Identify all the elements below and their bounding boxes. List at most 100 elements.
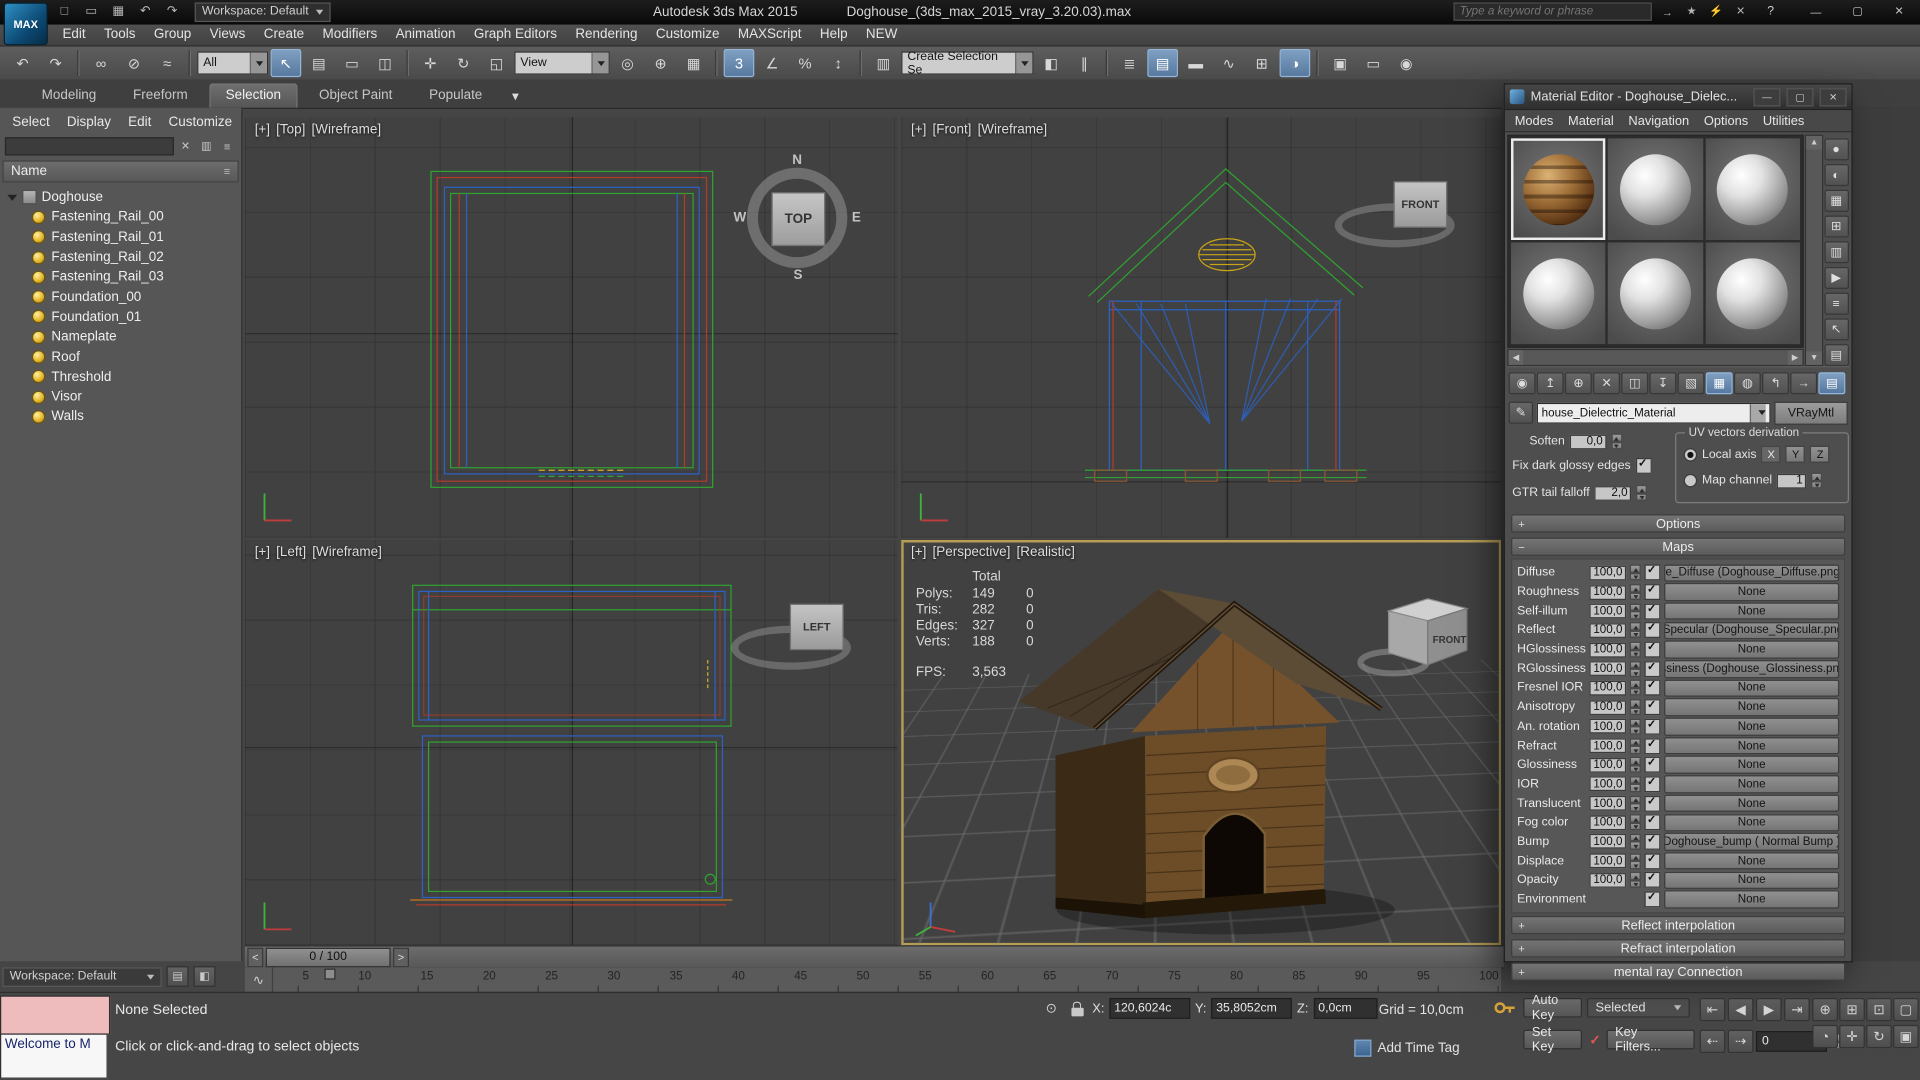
play-icon[interactable]: ▶ — [1755, 997, 1782, 1022]
viewport-menu-name[interactable]: [Top] — [276, 122, 305, 137]
undo-icon[interactable]: ↶ — [7, 49, 38, 77]
menu-item[interactable]: Create — [255, 26, 313, 43]
unlink-selection-icon[interactable]: ⊘ — [119, 49, 150, 77]
ribbon-tab[interactable]: Populate — [414, 84, 497, 107]
material-editor-icon[interactable]: ◑ — [1279, 48, 1311, 78]
get-material-icon[interactable]: ◉ — [1508, 372, 1536, 395]
map-slot-button[interactable]: None — [1664, 794, 1840, 813]
ribbon-tab[interactable]: Selection — [209, 83, 297, 108]
map-amount-field[interactable]: 100,0 — [1589, 815, 1627, 830]
material-id-channel-icon[interactable]: ▧ — [1677, 372, 1705, 395]
undo-quick-icon[interactable]: ↶ — [132, 2, 158, 20]
select-and-rotate-icon[interactable]: ↻ — [448, 49, 479, 77]
map-channel-field[interactable]: 1 — [1777, 473, 1807, 488]
viewport-perspective[interactable]: [+] [Perspective] [Realistic] Total Poly… — [901, 540, 1502, 946]
slots-vertical-scrollbar[interactable]: ▲ ▼ — [1804, 134, 1824, 367]
map-amount-spinner[interactable] — [1629, 718, 1641, 735]
map-amount-spinner[interactable] — [1629, 699, 1641, 716]
map-amount-spinner[interactable] — [1629, 757, 1641, 773]
local-axis-radio[interactable] — [1683, 447, 1698, 462]
sample-type-icon[interactable]: ● — [1823, 138, 1849, 161]
zoom-icon[interactable]: ⊕ — [1812, 997, 1838, 1022]
material-name-dropdown[interactable]: house_Dielectric_Material — [1536, 402, 1771, 424]
new-key-icon[interactable]: ✓ — [1589, 1032, 1600, 1048]
help-menu-icon[interactable]: ? — [1758, 3, 1782, 20]
map-amount-field[interactable]: 100,0 — [1589, 661, 1627, 677]
put-to-library-icon[interactable]: ↧ — [1649, 372, 1677, 395]
map-amount-field[interactable]: 100,0 — [1589, 642, 1627, 658]
scroll-left-icon[interactable]: ◀ — [1508, 350, 1524, 365]
render-production-icon[interactable]: ◉ — [1391, 49, 1422, 77]
map-enable-checkbox[interactable] — [1644, 775, 1661, 793]
map-slot-button[interactable]: None — [1664, 736, 1840, 755]
material-editor-titlebar[interactable]: Material Editor - Doghouse_Dielec... — ▢ ✕ — [1504, 84, 1852, 111]
menu-item[interactable]: NEW — [857, 26, 906, 43]
map-amount-spinner[interactable] — [1629, 564, 1641, 581]
y-coordinate-field[interactable]: 35,8052cm — [1211, 997, 1293, 1019]
scene-item-root[interactable]: Doghouse — [0, 187, 241, 207]
fix-dark-glossy-edges-checkbox[interactable] — [1635, 457, 1652, 474]
map-enable-checkbox[interactable] — [1644, 583, 1661, 601]
scene-item[interactable]: Roof — [0, 347, 241, 367]
map-enable-checkbox[interactable] — [1644, 621, 1661, 639]
map-slot-button[interactable]: None — [1664, 852, 1840, 870]
menu-item[interactable]: Animation — [387, 26, 464, 43]
viewcube[interactable]: FRONT — [1334, 167, 1470, 253]
track-bar-ruler[interactable]: 5 10 15 20 25 30 35 40 45 50 55 60 65 70 75 80 85 90 95 100 — [273, 967, 1501, 992]
scene-item[interactable]: Fastening_Rail_00 — [0, 207, 241, 227]
track-bar[interactable]: ∿ 5 10 15 20 25 30 35 40 45 50 55 60 65 70 75 80 85 90 95 1… — [244, 967, 1502, 994]
new-scene-icon[interactable]: □ — [51, 2, 77, 20]
viewport-menu-plus[interactable]: [+] — [911, 545, 926, 560]
go-to-start-icon[interactable]: ⇤ — [1699, 997, 1726, 1022]
map-slot-button[interactable]: None — [1664, 679, 1840, 698]
me-maximize-button[interactable]: ▢ — [1786, 87, 1814, 106]
maximize-button[interactable]: ▢ — [1837, 1, 1879, 22]
material-editor-menu-item[interactable]: Navigation — [1622, 113, 1695, 128]
auto-key-button[interactable]: Auto Key — [1523, 993, 1583, 1022]
me-close-button[interactable]: ✕ — [1819, 87, 1847, 106]
scene-item[interactable]: Foundation_01 — [0, 307, 241, 327]
map-slot-button[interactable]: None — [1664, 583, 1840, 601]
map-enable-checkbox[interactable] — [1644, 890, 1661, 908]
scroll-up-icon[interactable]: ▲ — [1806, 135, 1823, 150]
object-visibility-bulb-icon[interactable] — [31, 350, 46, 364]
isolate-selection-icon[interactable]: ⊙ — [1041, 999, 1062, 1019]
map-enable-checkbox[interactable] — [1644, 660, 1661, 677]
rollout-options[interactable]: + Options — [1511, 514, 1846, 533]
menu-item[interactable]: MAXScript — [729, 26, 810, 43]
map-amount-field[interactable]: 100,0 — [1589, 584, 1627, 600]
map-slot-button[interactable]: None — [1664, 871, 1840, 890]
menu-item[interactable]: Modifiers — [314, 26, 386, 43]
viewport-menu-plus[interactable]: [+] — [255, 545, 270, 560]
close-button[interactable]: ✕ — [1878, 1, 1920, 22]
map-enable-checkbox[interactable] — [1644, 871, 1661, 889]
menu-item[interactable]: Group — [145, 26, 200, 43]
axis-z-button[interactable]: Z — [1810, 445, 1830, 463]
menu-item[interactable]: Graph Editors — [465, 26, 565, 43]
scroll-down-icon[interactable]: ▼ — [1806, 351, 1823, 365]
expand-collapse-icon[interactable] — [7, 194, 18, 201]
select-object-icon[interactable]: ↖ — [270, 48, 302, 78]
ribbon-tab[interactable]: Object Paint — [304, 84, 407, 107]
scene-item[interactable]: Visor — [0, 387, 241, 407]
explorer-menu-item[interactable]: Edit — [121, 113, 159, 133]
gtr-spinner[interactable] — [1636, 484, 1648, 501]
explorer-search-input[interactable] — [6, 139, 181, 154]
spinner-snap-icon[interactable]: ↕ — [823, 49, 854, 77]
selection-filter-dropdown[interactable]: All — [197, 51, 269, 75]
schematic-view-icon[interactable]: ⊞ — [1247, 49, 1278, 77]
map-amount-field[interactable]: 100,0 — [1589, 680, 1627, 696]
column-chooser-icon[interactable]: ▥ — [197, 138, 215, 155]
previous-frame-icon[interactable]: ◀ — [1727, 997, 1754, 1022]
viewcube-left-face[interactable]: LEFT — [789, 603, 844, 651]
map-slot-button[interactable]: None — [1664, 890, 1840, 909]
select-by-material-icon[interactable]: ↖ — [1823, 318, 1849, 341]
viewport-top[interactable]: [+] [Top] [Wireframe] N W E S TOP — [244, 117, 898, 538]
object-visibility-bulb-icon[interactable] — [31, 270, 46, 284]
sample-uv-tiling-icon[interactable]: ⊞ — [1823, 215, 1849, 238]
map-enable-checkbox[interactable] — [1644, 833, 1661, 850]
select-by-name-icon[interactable]: ▤ — [304, 49, 335, 77]
viewcube-top-face[interactable]: TOP — [771, 192, 826, 247]
map-enable-checkbox[interactable] — [1644, 602, 1661, 620]
workspace-selector[interactable]: Workspace: Default — [194, 1, 331, 22]
